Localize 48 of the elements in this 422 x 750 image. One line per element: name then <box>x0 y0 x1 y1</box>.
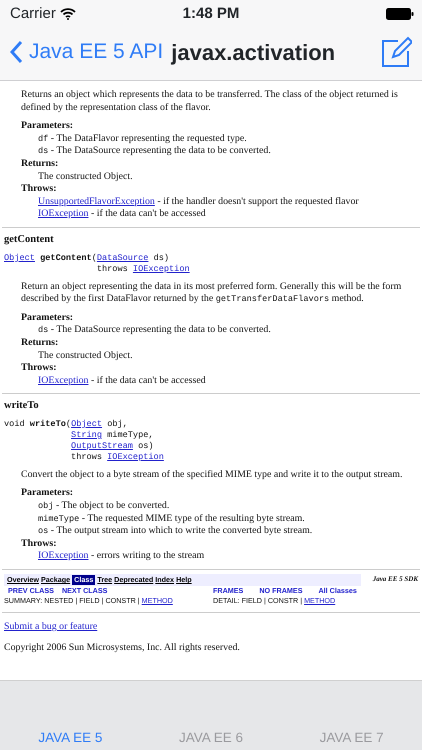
section-label: Parameters: <box>21 312 74 324</box>
method-description: Convert the object to a byte stream of the specified MIME type and write it to the output stream. <box>21 468 404 482</box>
page-title: javax.activation <box>171 38 336 67</box>
method-signature: Object getContent(DataSource ds) throws IOException <box>4 252 191 275</box>
code-link[interactable]: IOException <box>107 452 164 462</box>
parameter-description: df - The DataFlavor representing the requested type. <box>38 132 248 146</box>
parameter-description: IOException - if the data can't be accessed <box>38 374 207 388</box>
battery-icon <box>386 8 414 20</box>
section-label: Throws: <box>21 362 58 375</box>
code-link[interactable]: IOException <box>38 208 88 220</box>
code-link[interactable]: OutputStream <box>71 440 133 451</box>
parameter-description: The constructed Object. <box>38 170 134 184</box>
method-heading: writeTo <box>4 400 40 413</box>
parameter-description: ds - The DataSource representing the data to be converted. <box>38 145 272 158</box>
copyright-text: Copyright 2006 Sun Microsystems, Inc. All rights reserved. <box>4 642 241 654</box>
parameter-description: IOException - errors writing to the stream <box>38 550 206 564</box>
section-label: Parameters: <box>21 120 74 133</box>
parameter-description: UnsupportedFlavorException - if the handler doesn't support the requested flavor <box>38 196 360 208</box>
section-label: Returns: <box>21 336 60 350</box>
code-link[interactable]: String <box>71 430 102 440</box>
code-link[interactable]: DataSource <box>96 252 148 263</box>
section-label: Throws: <box>21 538 58 550</box>
method-description: Return an object representing the data in its most preferred form. Generally this will be the form described by the first DataFlavor returned by the getTransferDataFlavors method. <box>21 280 402 306</box>
section-label: Throws: <box>21 183 58 196</box>
chevron-left-icon <box>10 41 23 63</box>
code-link[interactable]: Object <box>4 252 35 263</box>
back-button[interactable]: Java EE 5 API <box>10 36 164 68</box>
clock-time: 1:48 PM <box>182 4 240 24</box>
wifi-icon <box>60 8 76 20</box>
parameter-description: mimeType - The requested MIME type of the resulting byte stream. <box>38 512 306 526</box>
section-label: Parameters: <box>21 487 74 500</box>
method-signature: void writeTo(Object obj, String mimeType, OutputStream os) throws IOException <box>4 418 165 463</box>
parameter-description: ds - The DataSource representing the data to be converted. <box>38 324 272 337</box>
compose-icon[interactable] <box>380 36 412 68</box>
submit-link[interactable]: Submit a bug or feature <box>4 621 98 634</box>
method-heading: getContent <box>4 234 55 247</box>
code-link[interactable]: Object <box>71 418 102 429</box>
code-link[interactable]: UnsupportedFlavorException <box>38 196 155 207</box>
code-link[interactable]: IOException <box>38 374 88 386</box>
parameter-description: IOException - if the data can't be accessed <box>38 208 207 221</box>
parameter-description: The constructed Object. <box>38 350 134 362</box>
parameter-description: obj - The object to be converted. <box>38 500 170 513</box>
code-link[interactable]: IOException <box>38 550 88 562</box>
method-description: Returns an object which represents the data to be transferred. The class of the object returned is defined by the representation class of the flavor. <box>21 89 399 114</box>
code-link[interactable]: IOException <box>132 264 190 274</box>
section-label: Returns: <box>21 158 60 171</box>
parameter-description: os - The output stream into which to write the converted byte stream. <box>38 525 314 538</box>
carrier-label: Carrier <box>10 4 56 24</box>
